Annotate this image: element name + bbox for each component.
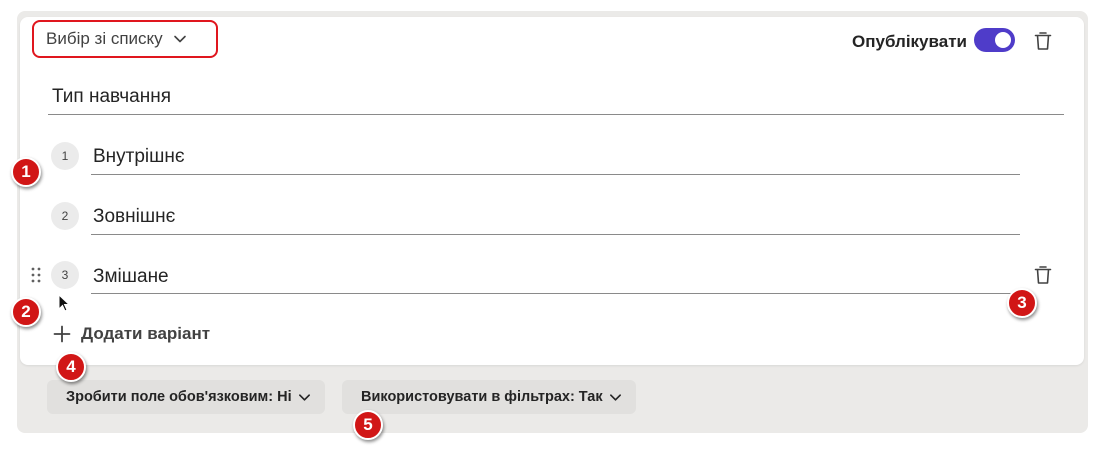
delete-question-icon[interactable]	[1034, 31, 1052, 51]
option-number-badge: 1	[51, 142, 79, 170]
required-label: Зробити поле обов'язковим: Ні	[66, 389, 292, 405]
question-type-dropdown[interactable]: Вибір зі списку	[32, 20, 218, 58]
option-input[interactable]: Зовнішнє	[93, 206, 175, 228]
question-type-label: Вибір зі списку	[46, 29, 163, 48]
chevron-down-icon	[609, 391, 622, 404]
option-underline	[91, 174, 1020, 175]
required-dropdown[interactable]: Зробити поле обов'язковим: Ні	[47, 380, 325, 414]
publish-toggle[interactable]	[974, 28, 1015, 52]
option-input[interactable]: Внутрішнє	[93, 146, 185, 168]
annotation-badge-1: 1	[11, 157, 41, 187]
annotation-badge-2: 2	[11, 297, 41, 327]
mouse-cursor-icon	[58, 293, 71, 317]
use-in-filters-label: Використовувати в фільтрах: Так	[361, 389, 603, 405]
title-underline	[48, 114, 1064, 115]
annotation-badge-4: 4	[56, 352, 86, 382]
chevron-down-icon	[173, 32, 187, 46]
use-in-filters-dropdown[interactable]: Використовувати в фільтрах: Так	[342, 380, 636, 414]
annotation-badge-3: 3	[1007, 288, 1037, 318]
option-underline	[91, 234, 1020, 235]
delete-option-icon[interactable]	[1034, 265, 1052, 285]
option-underline	[91, 293, 1020, 294]
annotation-badge-5: 5	[353, 410, 383, 440]
publish-label: Опублікувати	[852, 32, 967, 51]
add-option-label: Додати варіант	[81, 324, 211, 343]
chevron-down-icon	[298, 391, 311, 404]
add-option-button[interactable]: Додати варіант	[53, 324, 210, 344]
option-number-badge: 3	[51, 261, 79, 289]
toggle-knob	[995, 32, 1011, 48]
option-input[interactable]: Змішане	[93, 266, 169, 288]
plus-icon	[53, 325, 71, 343]
drag-handle-icon[interactable]	[31, 267, 41, 283]
question-title-input[interactable]: Тип навчання	[52, 86, 171, 108]
option-number-badge: 2	[51, 202, 79, 230]
question-card	[20, 17, 1084, 365]
